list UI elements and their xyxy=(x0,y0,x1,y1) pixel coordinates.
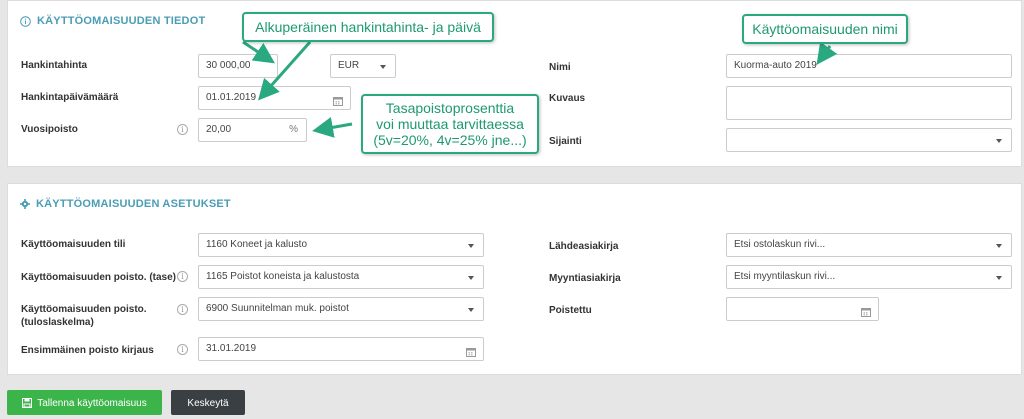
callout-rate-line3: (5v=20%, 4v=25% jne...) xyxy=(373,132,527,148)
info-circle-icon xyxy=(20,15,31,27)
purchase-price-value: 30 000,00 xyxy=(206,60,251,71)
chevron-down-icon xyxy=(468,244,474,248)
purchase-date-input[interactable]: 01.01.2019 xyxy=(198,86,351,110)
depr-income-label-line1: Käyttöomaisuuden poisto. xyxy=(21,304,147,315)
depr-balance-value: 1165 Poistot koneista ja kalustosta xyxy=(206,271,360,282)
name-input[interactable]: Kuorma-auto 2019 xyxy=(726,54,1012,78)
location-label: Sijainti xyxy=(549,136,582,147)
asset-account-select[interactable]: 1160 Koneet ja kalusto xyxy=(198,233,484,257)
asset-details-title-text: KÄYTTÖOMAISUUDEN TIEDOT xyxy=(37,15,206,27)
info-icon[interactable]: i xyxy=(177,124,188,135)
callout-asset-name: Käyttöomaisuuden nimi xyxy=(742,14,908,44)
callout-price-date: Alkuperäinen hankintahinta- ja päivä xyxy=(242,12,494,42)
depr-balance-select[interactable]: 1165 Poistot koneista ja kalustosta xyxy=(198,265,484,289)
asset-account-value: 1160 Koneet ja kalusto xyxy=(206,239,308,250)
removed-date-input[interactable] xyxy=(726,297,879,321)
location-select[interactable] xyxy=(726,128,1012,152)
percent-suffix: % xyxy=(289,124,298,135)
callout-rate-line1: Tasapoistoprosenttia xyxy=(385,100,515,116)
depreciation-input[interactable]: 20,00 % xyxy=(198,118,307,142)
sales-doc-select[interactable]: Etsi myyntilaskun rivi... xyxy=(726,265,1012,289)
depr-income-value: 6900 Suunnitelman muk. poistot xyxy=(206,303,349,314)
calendar-icon[interactable] xyxy=(333,93,343,109)
save-asset-button-label: Tallenna käyttöomaisuus xyxy=(37,398,147,409)
info-icon[interactable]: i xyxy=(177,304,188,315)
chevron-down-icon xyxy=(468,308,474,312)
first-depr-label: Ensimmäinen poisto kirjaus xyxy=(21,345,154,356)
info-icon[interactable]: i xyxy=(177,271,188,282)
chevron-down-icon xyxy=(996,244,1002,248)
chevron-down-icon xyxy=(380,65,386,69)
description-label: Kuvaus xyxy=(549,93,586,104)
description-textarea[interactable] xyxy=(726,86,1012,120)
source-doc-select[interactable]: Etsi ostolaskun rivi... xyxy=(726,233,1012,257)
asset-settings-title: KÄYTTÖOMAISUUDEN ASETUKSET xyxy=(20,198,231,210)
currency-value: EUR xyxy=(338,60,360,71)
sales-doc-label: Myyntiasiakirja xyxy=(549,273,621,284)
purchase-date-value: 01.01.2019 xyxy=(206,92,257,103)
purchase-price-label: Hankintahinta xyxy=(21,60,88,71)
currency-select[interactable]: EUR xyxy=(330,54,396,78)
callout-depreciation-rate: Tasapoistoprosenttia voi muuttaa tarvitt… xyxy=(361,94,539,154)
cancel-button[interactable]: Keskeytä xyxy=(171,390,245,415)
depr-income-label-line2: (tuloslaskelma) xyxy=(21,317,94,328)
save-asset-button[interactable]: Tallenna käyttöomaisuus xyxy=(7,390,162,415)
depreciation-value: 20,00 xyxy=(206,124,232,135)
depr-income-select[interactable]: 6900 Suunnitelman muk. poistot xyxy=(198,297,484,321)
source-doc-label: Lähdeasiakirja xyxy=(549,241,619,252)
info-icon[interactable]: i xyxy=(177,344,188,355)
asset-settings-title-text: KÄYTTÖOMAISUUDEN ASETUKSET xyxy=(36,198,231,210)
chevron-down-icon xyxy=(996,276,1002,280)
callout-rate-line2: voi muuttaa tarvittaessa xyxy=(376,116,524,132)
depr-balance-label: Käyttöomaisuuden poisto. (tase) xyxy=(21,272,177,283)
calendar-icon[interactable] xyxy=(861,304,871,320)
chevron-down-icon xyxy=(996,139,1002,143)
sales-doc-value: Etsi myyntilaskun rivi... xyxy=(734,271,836,282)
source-doc-value: Etsi ostolaskun rivi... xyxy=(734,239,826,250)
depr-income-label: Käyttöomaisuuden poisto. (tuloslaskelma) xyxy=(21,303,147,329)
first-depr-date-value: 31.01.2019 xyxy=(206,343,257,354)
gear-icon xyxy=(20,199,30,209)
calendar-icon[interactable] xyxy=(466,344,476,360)
first-depr-date-input[interactable]: 31.01.2019 xyxy=(198,337,484,361)
purchase-date-label: Hankintapäivämäärä xyxy=(21,92,119,103)
removed-label: Poistettu xyxy=(549,305,592,316)
depreciation-label: Vuosipoisto xyxy=(21,124,78,135)
chevron-down-icon xyxy=(468,276,474,280)
purchase-price-input[interactable]: 30 000,00 xyxy=(198,54,278,78)
save-icon xyxy=(22,393,33,418)
name-value: Kuorma-auto 2019 xyxy=(734,60,817,71)
asset-account-label: Käyttöomaisuuden tili xyxy=(21,239,126,250)
asset-details-title: KÄYTTÖOMAISUUDEN TIEDOT xyxy=(20,15,205,27)
name-label: Nimi xyxy=(549,62,571,73)
